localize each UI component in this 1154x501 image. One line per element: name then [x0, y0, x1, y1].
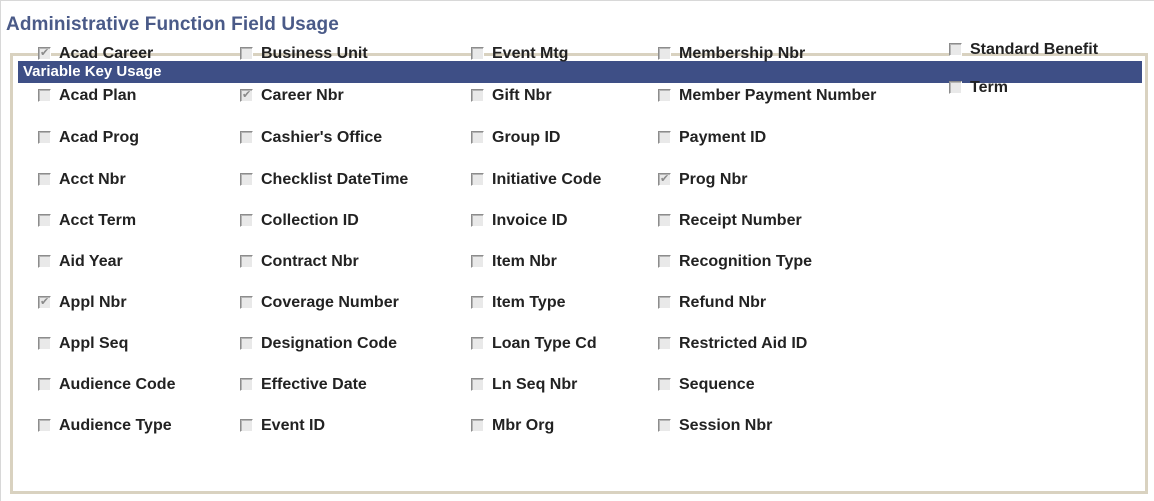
- checkbox-label: Loan Type Cd: [492, 335, 597, 352]
- checkbox-label: Acct Term: [59, 212, 137, 229]
- checkbox-label: Group ID: [492, 129, 561, 146]
- checkbox-input[interactable]: [658, 378, 671, 391]
- checkbox-label: Refund Nbr: [679, 294, 767, 311]
- checkbox-input[interactable]: ✔: [240, 89, 253, 102]
- checkbox-label: Career Nbr: [261, 87, 344, 104]
- checkbox-input[interactable]: [240, 47, 253, 60]
- checkbox-input[interactable]: [240, 255, 253, 268]
- checkbox-label: Term: [970, 79, 1008, 96]
- checkbox-label: Collection ID: [261, 212, 359, 229]
- checkbox-input[interactable]: [240, 296, 253, 309]
- check-mark-icon: ✔: [40, 295, 50, 308]
- checkbox-input[interactable]: [38, 378, 51, 391]
- checkbox-input[interactable]: [658, 296, 671, 309]
- check-mark-icon: ✔: [242, 88, 252, 101]
- check-mark-icon: ✔: [40, 46, 50, 59]
- checkbox-input[interactable]: [240, 337, 253, 350]
- checkbox-input[interactable]: [240, 173, 253, 186]
- checkbox-label: Audience Code: [59, 376, 176, 393]
- checkbox-label: Audience Type: [59, 417, 172, 434]
- checkbox-label: Effective Date: [261, 376, 367, 393]
- checkbox-input[interactable]: [240, 131, 253, 144]
- checkbox-input[interactable]: [471, 214, 484, 227]
- checkbox-label: Acad Prog: [59, 129, 140, 146]
- checkbox-label: Item Type: [492, 294, 566, 311]
- checkbox-input[interactable]: [471, 173, 484, 186]
- checkbox-input[interactable]: [658, 337, 671, 350]
- checkbox-label: Session Nbr: [679, 417, 773, 434]
- checkbox-label: Member Payment Number: [679, 87, 877, 104]
- checkbox-label: Receipt Number: [679, 212, 802, 229]
- checkbox-label: Item Nbr: [492, 253, 557, 270]
- checkbox-input[interactable]: [949, 43, 962, 56]
- checkbox-label: Aid Year: [59, 253, 123, 270]
- checkbox-input[interactable]: [38, 89, 51, 102]
- checkbox-input[interactable]: [38, 131, 51, 144]
- checkbox-input[interactable]: [471, 378, 484, 391]
- checkbox-label: Coverage Number: [261, 294, 399, 311]
- checkbox-label: Appl Nbr: [59, 294, 127, 311]
- checkbox-label: Mbr Org: [492, 417, 555, 434]
- checkbox-input[interactable]: [471, 47, 484, 60]
- checkbox-label: Sequence: [679, 376, 755, 393]
- checkbox-label: Checklist DateTime: [261, 171, 409, 188]
- checkbox-label: Event Mtg: [492, 45, 569, 62]
- checkbox-label: Restricted Aid ID: [679, 335, 808, 352]
- checkbox-label: Acct Nbr: [59, 171, 126, 188]
- page-title: Administrative Function Field Usage: [6, 14, 339, 35]
- checkbox-label: Prog Nbr: [679, 171, 748, 188]
- checkbox-input[interactable]: [471, 419, 484, 432]
- checkbox-input[interactable]: [658, 47, 671, 60]
- checkbox-label: Business Unit: [261, 45, 368, 62]
- checkbox-label: Gift Nbr: [492, 87, 552, 104]
- checkbox-input[interactable]: [658, 419, 671, 432]
- checkbox-label: Recognition Type: [679, 253, 813, 270]
- checkbox-input[interactable]: [471, 89, 484, 102]
- checkbox-label: Ln Seq Nbr: [492, 376, 578, 393]
- top-divider: [0, 0, 1154, 1]
- checkbox-input[interactable]: [658, 131, 671, 144]
- checkbox-input[interactable]: [658, 214, 671, 227]
- checkbox-input[interactable]: [38, 214, 51, 227]
- checkbox-input[interactable]: [658, 255, 671, 268]
- checkbox-input[interactable]: ✔: [38, 296, 51, 309]
- checkbox-input[interactable]: [471, 337, 484, 350]
- checkbox-input[interactable]: [38, 255, 51, 268]
- checkbox-input[interactable]: [38, 173, 51, 186]
- checkbox-input[interactable]: [240, 378, 253, 391]
- checkbox-input[interactable]: [471, 131, 484, 144]
- checkbox-label: Designation Code: [261, 335, 398, 352]
- checkbox-label: Acad Career: [59, 45, 154, 62]
- checkbox-input[interactable]: ✔: [658, 173, 671, 186]
- checkbox-input[interactable]: [471, 255, 484, 268]
- checkbox-label: Cashier's Office: [261, 129, 383, 146]
- checkbox-label: Standard Benefit: [970, 41, 1099, 58]
- checkbox-label: Contract Nbr: [261, 253, 359, 270]
- checkbox-label: Event ID: [261, 417, 326, 434]
- variable-key-usage-group: Variable Key Usage ✔ Acad Career Acad Plan…: [10, 41, 1148, 494]
- checkbox-label: Membership Nbr: [679, 45, 806, 62]
- checkbox-label: Payment ID: [679, 129, 767, 146]
- checkbox-input[interactable]: [38, 419, 51, 432]
- checkbox-input[interactable]: ✔: [38, 47, 51, 60]
- checkbox-input[interactable]: [240, 419, 253, 432]
- checkbox-input[interactable]: [471, 296, 484, 309]
- checkbox-input[interactable]: [949, 81, 962, 94]
- left-divider: [0, 0, 1, 501]
- checkbox-input[interactable]: [240, 214, 253, 227]
- check-mark-icon: ✔: [660, 172, 670, 185]
- checkbox-label: Invoice ID: [492, 212, 568, 229]
- checkbox-label: Acad Plan: [59, 87, 137, 104]
- checkbox-label: Appl Seq: [59, 335, 129, 352]
- checkbox-input[interactable]: [38, 337, 51, 350]
- checkbox-input[interactable]: [658, 89, 671, 102]
- checkbox-label: Initiative Code: [492, 171, 602, 188]
